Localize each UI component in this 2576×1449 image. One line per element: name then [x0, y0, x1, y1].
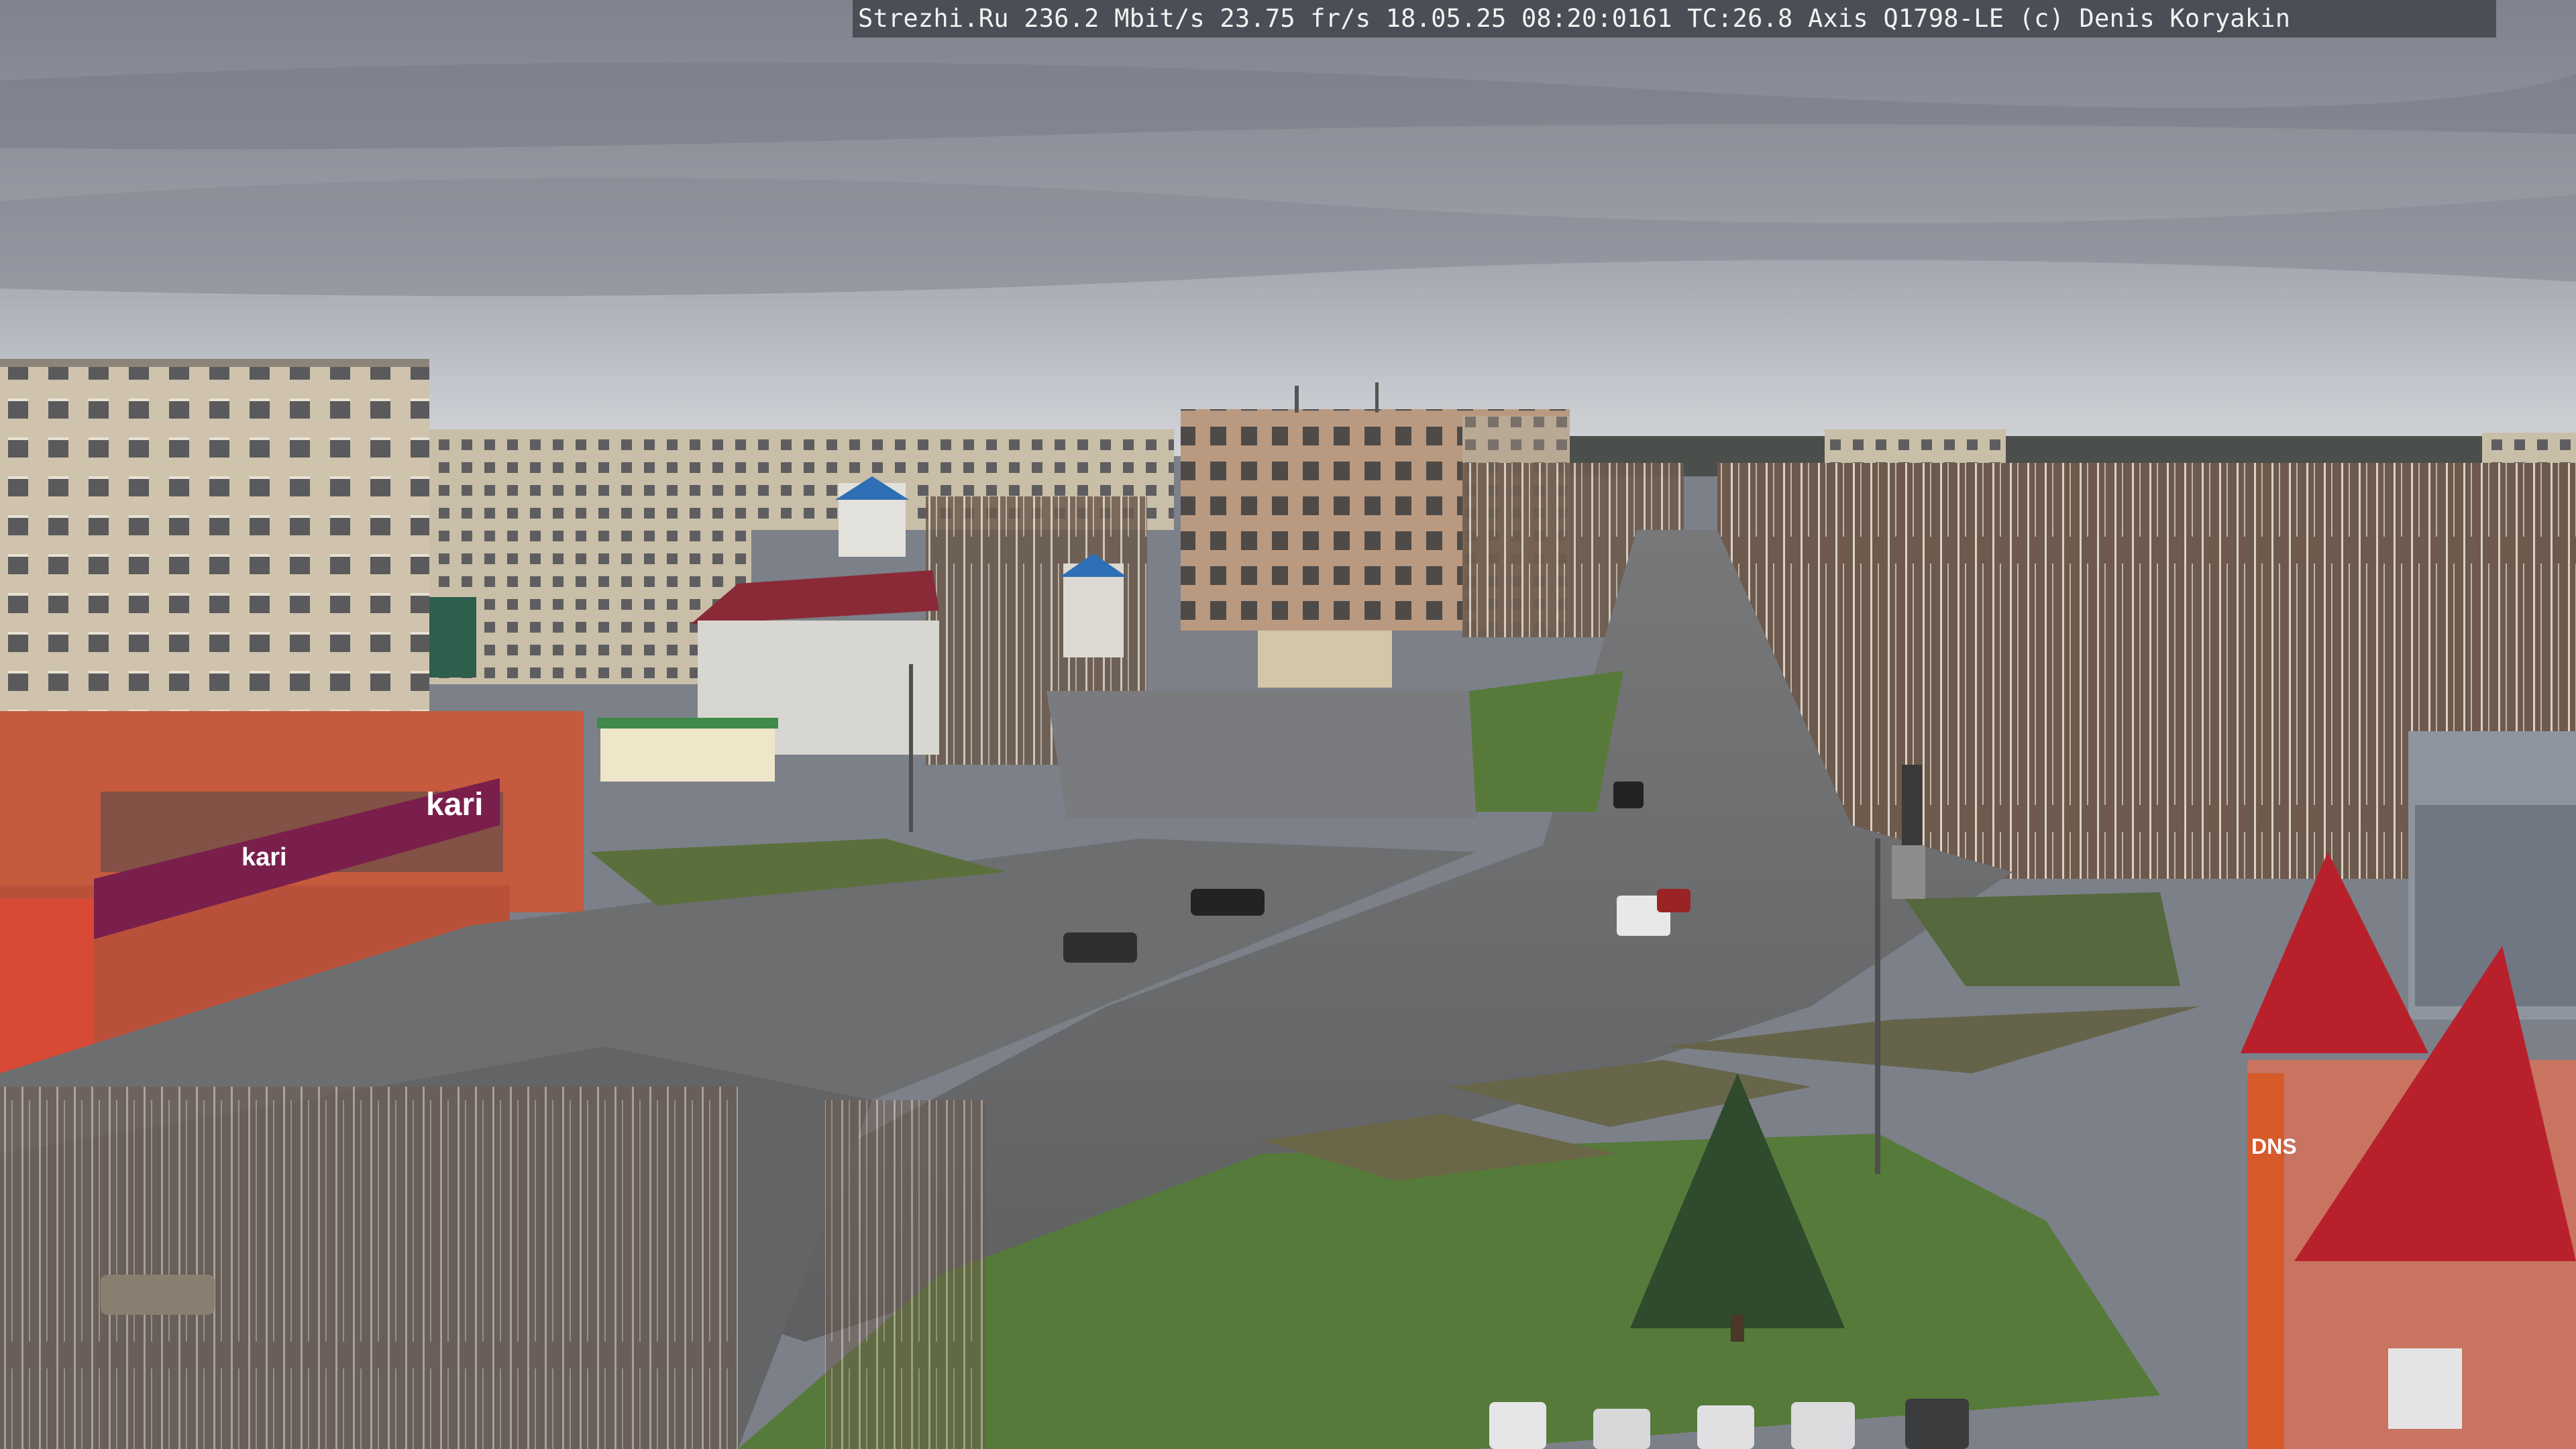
red-tower-roof-left — [2241, 852, 2428, 1053]
parked-car-4 — [1791, 1402, 1855, 1449]
fir-trunk — [1731, 1315, 1744, 1342]
central-square — [1046, 691, 1536, 818]
bare-trees-foreground — [0, 1087, 738, 1449]
kari-sign-small: kari — [241, 843, 287, 871]
parked-car-3 — [1697, 1405, 1754, 1449]
blue-roof-tower-2 — [1063, 564, 1124, 657]
antenna-mast-2 — [1375, 382, 1379, 413]
parked-car-5 — [1905, 1399, 1969, 1449]
dns-sign: DNS — [2251, 1134, 2297, 1159]
kari-sign-large: kari — [426, 787, 483, 822]
distant-apartment-block-right — [1825, 429, 2006, 463]
apartment-roof-left — [0, 359, 429, 367]
lamp-post-1 — [1875, 839, 1880, 1174]
car-black — [1191, 889, 1265, 916]
lawn-right — [1905, 892, 2180, 986]
green-house — [429, 597, 476, 678]
street-scene-photo: kari kari DNS — [0, 0, 2576, 1449]
camera-info-overlay: Strezhi.Ru 236.2 Mbit/s 23.75 fr/s 18.05… — [853, 0, 2496, 38]
low-building-center — [1258, 631, 1392, 688]
monument-pedestal — [1892, 845, 1925, 899]
red-tower-window — [2388, 1348, 2462, 1429]
parked-car-1 — [1489, 1402, 1546, 1449]
bare-trees-center — [825, 1100, 986, 1449]
shop-green-roof — [600, 721, 775, 782]
shop-green-roof-top — [597, 718, 778, 729]
webcam-frame: kari kari DNS Strezhi.Ru 236.2 Mbit/s 23… — [0, 0, 2576, 1449]
monument-statue — [1902, 765, 1922, 845]
antenna-mast — [1295, 386, 1299, 413]
car-dark-suv — [1063, 932, 1137, 963]
dns-sign-panel — [2247, 1073, 2284, 1449]
car-red — [1657, 889, 1690, 912]
lamp-post-2 — [909, 664, 913, 832]
parked-car-left — [101, 1275, 215, 1315]
car-road-far — [1613, 782, 1644, 808]
lawn-center — [1469, 671, 1623, 812]
parked-car-2 — [1593, 1409, 1650, 1449]
